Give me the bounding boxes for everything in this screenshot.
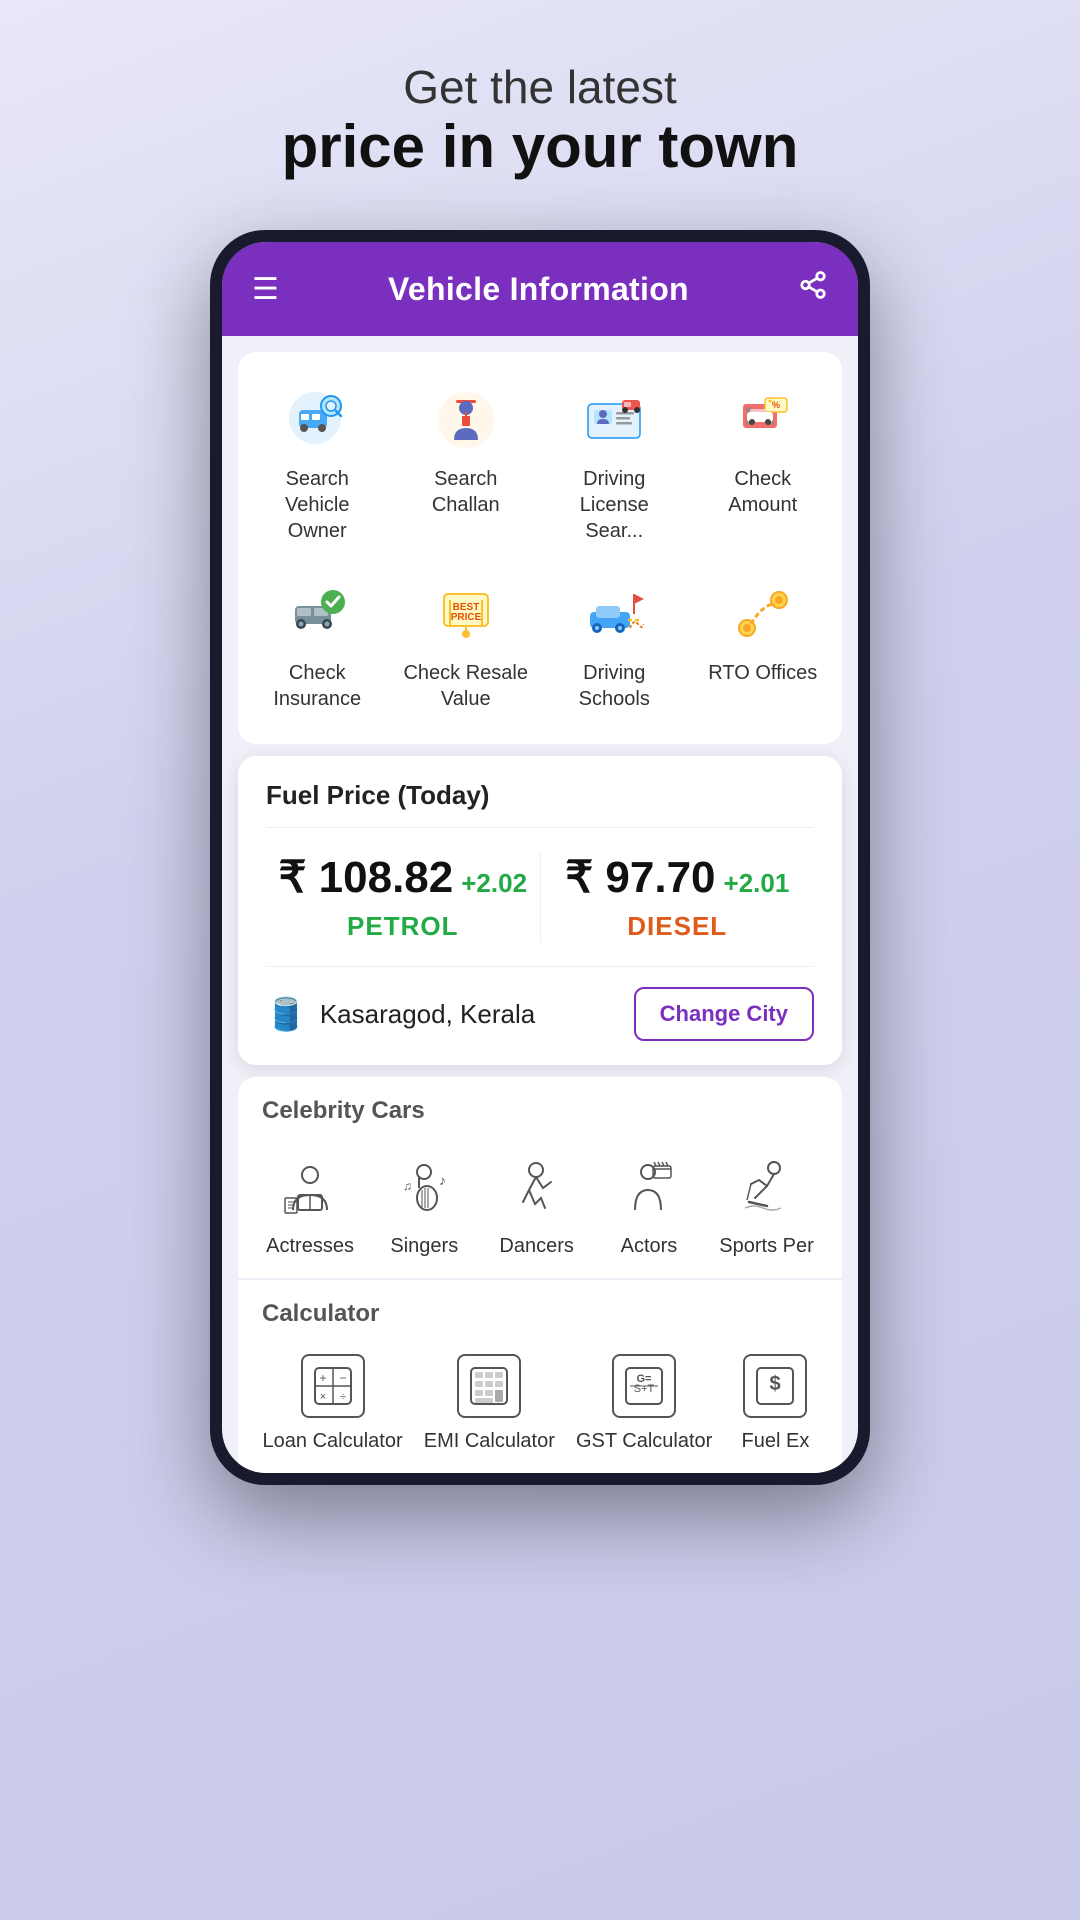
location-info: 🛢️ Kasaragod, Kerala <box>266 995 535 1033</box>
loan-calc-label: Loan Calculator <box>263 1430 403 1453</box>
fuel-ex-icon: $ <box>743 1354 807 1418</box>
svg-text:$: $ <box>770 1373 781 1395</box>
driving-schools-icon <box>578 578 650 650</box>
driving-schools-label: Driving Schools <box>551 660 678 712</box>
fuel-ex-label: Fuel Ex <box>742 1430 810 1453</box>
search-vehicle-owner-icon <box>281 384 353 456</box>
petrol-price-block: ₹ 108.82 +2.02 PETROL <box>266 852 541 942</box>
svg-text:−: − <box>339 1371 346 1385</box>
search-challan-icon <box>430 384 502 456</box>
phone-screen: ☰ Vehicle Information <box>222 242 858 1473</box>
celeb-item-sports[interactable]: Sports Per <box>711 1141 821 1268</box>
svg-text:♫: ♫ <box>403 1179 412 1193</box>
check-amount-label: Check Amount <box>700 466 827 518</box>
celebrity-grid: Actresses <box>248 1141 832 1268</box>
celeb-item-singers[interactable]: ♪ ♫ Singers <box>374 1141 474 1268</box>
diesel-label: DIESEL <box>627 911 727 942</box>
calc-item-emi[interactable]: EMI Calculator <box>416 1344 563 1463</box>
driving-license-label: Driving License Sear... <box>551 466 678 544</box>
celeb-item-actors[interactable]: Actors <box>599 1141 699 1268</box>
rto-offices-label: RTO Offices <box>708 660 817 686</box>
grid-item-driving-schools[interactable]: Driving Schools <box>545 566 684 724</box>
menu-icon[interactable]: ☰ <box>252 272 279 307</box>
dancers-icon <box>501 1151 573 1223</box>
fuel-card-title: Fuel Price (Today) <box>266 780 814 811</box>
calc-item-fuel-ex[interactable]: $ Fuel Ex <box>725 1344 825 1463</box>
emi-calc-label: EMI Calculator <box>424 1430 555 1453</box>
grid-item-search-challan[interactable]: Search Challan <box>397 372 536 556</box>
loan-calculator-icon: + − × ÷ <box>301 1354 365 1418</box>
fuel-drop-icon: 🛢️ <box>266 995 306 1033</box>
calculator-section-title: Calculator <box>248 1296 832 1344</box>
fuel-price-card: Fuel Price (Today) ₹ 108.82 +2.02 PETROL… <box>238 756 842 1065</box>
hero-section: Get the latest price in your town <box>242 0 839 210</box>
hero-title: price in your town <box>282 114 799 180</box>
app-title: Vehicle Information <box>388 271 689 308</box>
diesel-change: +2.01 <box>724 868 790 899</box>
search-challan-label: Search Challan <box>403 466 530 518</box>
singers-label: Singers <box>390 1235 458 1258</box>
check-resale-label: Check Resale Value <box>403 660 530 712</box>
svg-text:♪: ♪ <box>439 1172 446 1188</box>
diesel-price: ₹ 97.70 <box>565 852 715 903</box>
petrol-label: PETROL <box>347 911 458 942</box>
app-header: ☰ Vehicle Information <box>222 242 858 336</box>
svg-text:÷: ÷ <box>340 1391 346 1403</box>
vehicle-grid-section: Search Vehicle Owner <box>238 352 842 744</box>
search-vehicle-owner-label: Search Vehicle Owner <box>254 466 381 544</box>
actors-label: Actors <box>621 1235 678 1258</box>
check-insurance-icon <box>281 578 353 650</box>
phone-mockup: ☰ Vehicle Information <box>210 230 870 1485</box>
svg-text:+: + <box>319 1371 326 1385</box>
grid-item-search-vehicle-owner[interactable]: Search Vehicle Owner <box>248 372 387 556</box>
celebrity-section-title: Celebrity Cars <box>248 1093 832 1141</box>
grid-item-rto-offices[interactable]: RTO Offices <box>694 566 833 724</box>
change-city-button[interactable]: Change City <box>634 987 814 1041</box>
calculator-section: Calculator + − × ÷ Loan <box>238 1280 842 1473</box>
svg-text:PRICE: PRICE <box>450 612 481 623</box>
grid-item-check-resale[interactable]: BEST PRICE Check Resale Value <box>397 566 536 724</box>
driving-license-icon <box>578 384 650 456</box>
dancers-label: Dancers <box>499 1235 573 1258</box>
rto-offices-icon <box>727 578 799 650</box>
gst-calculator-icon: G= S+T <box>612 1354 676 1418</box>
fuel-prices-container: ₹ 108.82 +2.02 PETROL ₹ 97.70 +2.01 DIES… <box>266 827 814 967</box>
singers-icon: ♪ ♫ <box>388 1151 460 1223</box>
petrol-change: +2.02 <box>461 868 527 899</box>
calc-item-gst[interactable]: G= S+T GST Calculator <box>568 1344 720 1463</box>
check-resale-icon: BEST PRICE <box>430 578 502 650</box>
celeb-item-actresses[interactable]: Actresses <box>258 1141 362 1268</box>
diesel-price-block: ₹ 97.70 +2.01 DIESEL <box>541 852 815 942</box>
hero-subtitle: Get the latest <box>282 60 799 114</box>
grid-item-check-amount[interactable]: % Check Amount <box>694 372 833 556</box>
calc-item-loan[interactable]: + − × ÷ Loan Calculator <box>255 1344 411 1463</box>
share-icon[interactable] <box>798 270 828 308</box>
check-amount-icon: % <box>727 384 799 456</box>
check-insurance-label: Check Insurance <box>254 660 381 712</box>
grid-item-check-insurance[interactable]: Check Insurance <box>248 566 387 724</box>
actors-icon <box>613 1151 685 1223</box>
celeb-item-dancers[interactable]: Dancers <box>487 1141 587 1268</box>
city-name: Kasaragod, Kerala <box>320 999 535 1030</box>
grid-item-driving-license[interactable]: Driving License Sear... <box>545 372 684 556</box>
svg-text:×: × <box>319 1391 325 1403</box>
sports-label: Sports Per <box>719 1235 813 1258</box>
calculator-grid: + − × ÷ Loan Calculator <box>248 1344 832 1463</box>
sports-icon <box>731 1151 803 1223</box>
actresses-label: Actresses <box>266 1235 354 1258</box>
emi-calculator-icon <box>457 1354 521 1418</box>
svg-text:%: % <box>772 400 780 410</box>
actresses-icon <box>274 1151 346 1223</box>
gst-calc-label: GST Calculator <box>576 1430 712 1453</box>
svg-text:S+T: S+T <box>634 1383 655 1395</box>
fuel-location-row: 🛢️ Kasaragod, Kerala Change City <box>266 987 814 1041</box>
celebrity-section: Celebrity Cars <box>238 1077 842 1278</box>
petrol-price: ₹ 108.82 <box>278 852 453 903</box>
vehicle-grid: Search Vehicle Owner <box>248 372 832 724</box>
